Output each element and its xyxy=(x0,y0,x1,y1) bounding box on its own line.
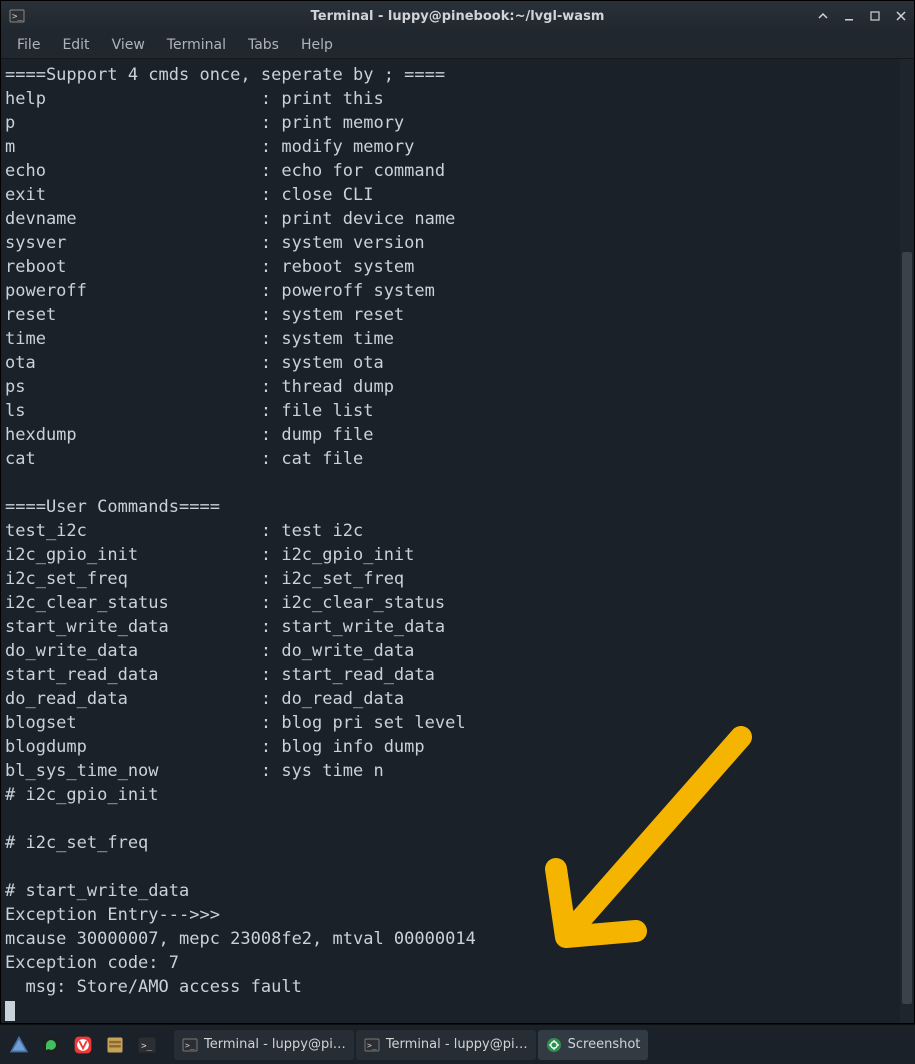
svg-text:>_: >_ xyxy=(367,1041,377,1050)
task-label: Terminal - luppy@pi… xyxy=(204,1037,346,1052)
window-controls xyxy=(810,1,914,31)
menu-view[interactable]: View xyxy=(102,33,155,57)
menu-help[interactable]: Help xyxy=(291,33,343,57)
minimize-button[interactable] xyxy=(836,1,862,31)
pine-menu-icon[interactable] xyxy=(4,1030,34,1060)
screenshot-icon xyxy=(546,1037,562,1053)
terminal-window: >_ Terminal - luppy@pinebook:~/lvgl-wasm… xyxy=(0,0,915,1024)
svg-text:>_: >_ xyxy=(141,1040,153,1051)
terminal-icon: >_ xyxy=(182,1037,198,1053)
close-button[interactable] xyxy=(888,1,914,31)
task-screenshot[interactable]: Screenshot xyxy=(538,1030,649,1060)
menu-tabs[interactable]: Tabs xyxy=(238,33,289,57)
svg-text:>_: >_ xyxy=(12,12,23,22)
taskbar: >_ >_ Terminal - luppy@pi… >_ Terminal -… xyxy=(0,1024,915,1064)
svg-text:>_: >_ xyxy=(185,1041,195,1050)
file-manager-icon[interactable] xyxy=(100,1030,130,1060)
taskbar-terminal-icon[interactable]: >_ xyxy=(132,1030,162,1060)
rollup-button[interactable] xyxy=(810,1,836,31)
terminal-app-icon: >_ xyxy=(7,6,27,26)
scrollbar-thumb[interactable] xyxy=(902,252,912,1004)
terminal-scrollbar[interactable] xyxy=(900,59,914,1023)
terminal-viewport[interactable]: ====Support 4 cmds once, seperate by ; =… xyxy=(1,59,914,1023)
menubar: File Edit View Terminal Tabs Help xyxy=(1,31,914,59)
task-label: Terminal - luppy@pi… xyxy=(386,1037,528,1052)
terminal-output[interactable]: ====Support 4 cmds once, seperate by ; =… xyxy=(1,59,900,1023)
menu-file[interactable]: File xyxy=(7,33,50,57)
menu-edit[interactable]: Edit xyxy=(52,33,99,57)
terminal-cursor xyxy=(5,1001,15,1021)
vivaldi-browser-icon[interactable] xyxy=(68,1030,98,1060)
chat-app-icon[interactable] xyxy=(36,1030,66,1060)
task-terminal-2[interactable]: >_ Terminal - luppy@pi… xyxy=(356,1030,536,1060)
maximize-button[interactable] xyxy=(862,1,888,31)
window-title: Terminal - luppy@pinebook:~/lvgl-wasm xyxy=(1,9,914,24)
terminal-icon: >_ xyxy=(364,1037,380,1053)
window-titlebar[interactable]: >_ Terminal - luppy@pinebook:~/lvgl-wasm xyxy=(1,1,914,31)
task-label: Screenshot xyxy=(568,1037,641,1052)
task-terminal-1[interactable]: >_ Terminal - luppy@pi… xyxy=(174,1030,354,1060)
menu-terminal[interactable]: Terminal xyxy=(157,33,236,57)
